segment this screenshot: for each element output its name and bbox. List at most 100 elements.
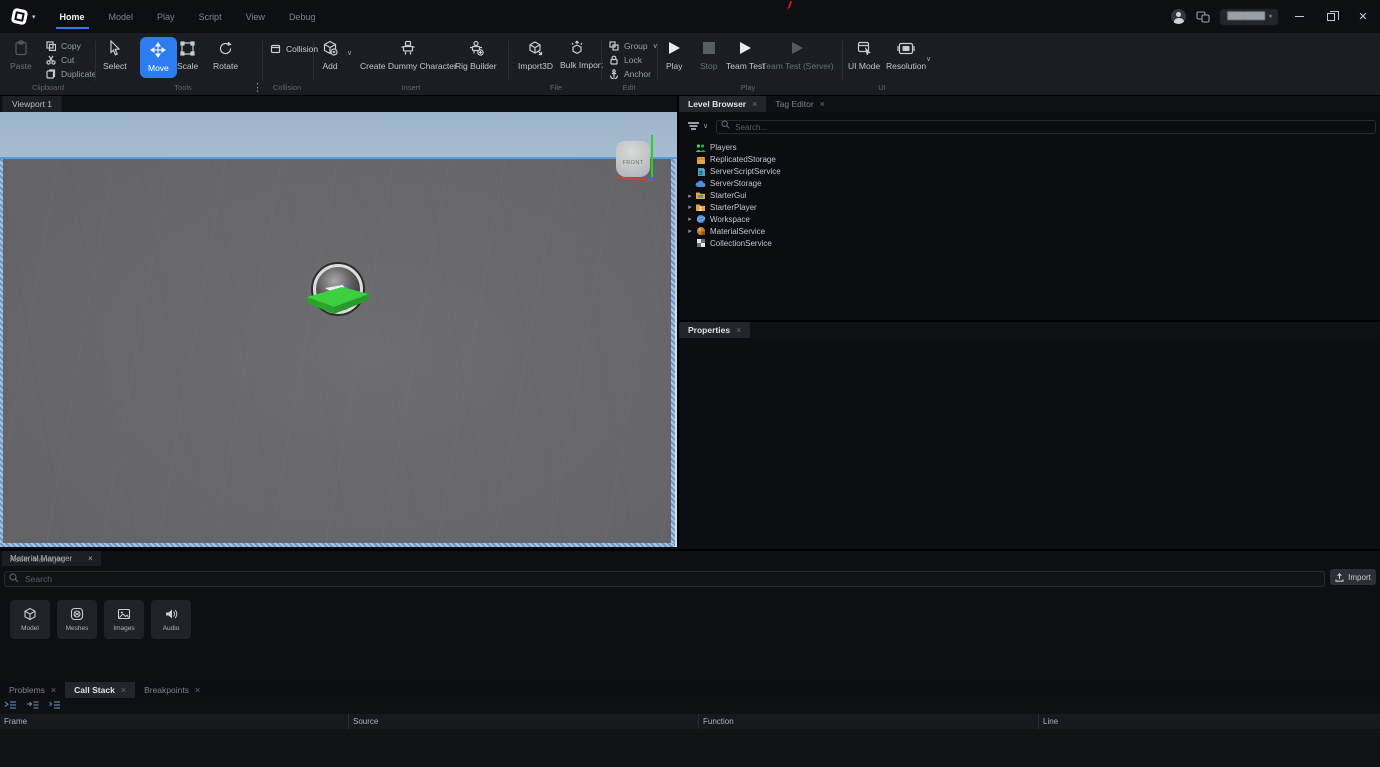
anchor-button[interactable]: Anchor [609, 69, 651, 79]
menu-view[interactable]: View [236, 3, 275, 31]
viewport-3d-canvas[interactable]: FRONT [0, 112, 677, 547]
column-frame[interactable]: Frame [0, 714, 349, 729]
properties-body [679, 338, 1380, 547]
spawn-location-object[interactable] [305, 262, 375, 324]
close-icon[interactable]: × [736, 325, 741, 335]
copy-call-stack-icon[interactable] [48, 700, 61, 711]
close-icon[interactable]: × [195, 685, 200, 695]
close-icon[interactable]: × [121, 685, 126, 695]
tree-item-server-storage[interactable]: ServerStorage [679, 178, 1380, 190]
tools-overflow-button[interactable]: ⋮ [252, 81, 263, 94]
close-icon[interactable]: × [88, 554, 93, 563]
ui-mode-button[interactable]: UI Mode [848, 39, 880, 71]
select-tool-button[interactable]: Select [103, 39, 127, 71]
duplicate-button[interactable]: Duplicate [46, 69, 96, 79]
tab-breakpoints[interactable]: Breakpoints × [135, 682, 209, 698]
tree-item-starter-player[interactable]: ▸ StarterPlayer [679, 201, 1380, 213]
minimize-button[interactable] [1288, 7, 1310, 27]
expand-caret-icon[interactable]: ▸ [685, 227, 695, 235]
import-button[interactable]: Import [1330, 569, 1376, 585]
collaboration-icon[interactable] [1196, 11, 1210, 23]
import-3d-button[interactable]: Import3D [518, 39, 553, 71]
callstack-body[interactable] [0, 729, 1380, 767]
add-icon [322, 39, 338, 57]
tree-item-workspace[interactable]: ▸ Workspace [679, 213, 1380, 225]
tree-item-server-script-service[interactable]: ServerScriptService [679, 166, 1380, 178]
resolution-button[interactable]: Resolution [886, 39, 926, 71]
tab-call-stack[interactable]: Call Stack × [65, 682, 135, 698]
menu-play[interactable]: Play [147, 3, 185, 31]
logo-caret-icon[interactable]: ▾ [32, 13, 36, 21]
bulk-import-button[interactable]: Bulk Import [560, 39, 594, 71]
audio-icon [164, 607, 178, 621]
team-test-server-button[interactable]: Team Test (Server) [762, 39, 834, 71]
expand-caret-icon[interactable]: ▸ [685, 215, 695, 223]
menu-model[interactable]: Model [99, 3, 144, 31]
expand-caret-icon[interactable]: ▸ [685, 192, 695, 200]
rig-builder-button[interactable]: Rig Builder [455, 39, 497, 71]
account-caret-icon: ▾ [1269, 13, 1271, 20]
add-dropdown-chevron-icon[interactable]: ∨ [347, 49, 352, 57]
copy-button[interactable]: Copy [46, 41, 81, 51]
tab-properties[interactable]: Properties × [679, 322, 750, 338]
jump-to-current-frame-icon[interactable] [26, 700, 39, 711]
stop-button[interactable]: Stop [700, 39, 718, 71]
category-audio[interactable]: Audio [151, 600, 191, 639]
menu-script[interactable]: Script [189, 3, 232, 31]
viewport-tab[interactable]: Viewport 1 [2, 96, 62, 112]
tree-item-players[interactable]: Players [679, 142, 1380, 154]
category-meshes[interactable]: Meshes [57, 600, 97, 639]
asset-manager-search-row: Import [4, 569, 1376, 585]
filter-button[interactable]: ∨ [687, 121, 708, 131]
tree-item-starter-gui[interactable]: ▸ StarterGui [679, 190, 1380, 202]
collection-service-icon [695, 238, 706, 249]
tab-asset-manager[interactable]: Asset Manager Material Manager × [2, 551, 101, 566]
close-icon[interactable]: × [51, 685, 56, 695]
create-dummy-character-button[interactable]: Create Dummy Character [360, 39, 457, 71]
ribbon-divider [508, 41, 509, 81]
gizmo-y-axis [651, 135, 653, 181]
expand-caret-icon[interactable]: ▸ [685, 203, 695, 211]
account-switcher[interactable]: ████ █████ ▾ [1220, 9, 1278, 25]
material-manager-tab-label: Material Manager [10, 554, 72, 563]
replicated-storage-icon [695, 154, 706, 165]
category-images[interactable]: Images [104, 600, 144, 639]
menu-debug[interactable]: Debug [279, 3, 326, 31]
app-logo[interactable]: ▾ [12, 9, 36, 24]
column-line[interactable]: Line [1039, 714, 1380, 729]
close-icon[interactable]: × [820, 99, 825, 109]
column-source[interactable]: Source [349, 714, 699, 729]
asset-search-input[interactable] [4, 571, 1325, 587]
lock-button[interactable]: Lock [609, 55, 642, 65]
tab-problems[interactable]: Problems × [0, 682, 65, 698]
explorer-search-input[interactable] [716, 120, 1376, 134]
close-icon[interactable]: × [752, 99, 757, 109]
category-model[interactable]: Model [10, 600, 50, 639]
view-orientation-gizmo[interactable]: FRONT [612, 133, 672, 191]
restore-button[interactable] [1320, 7, 1342, 27]
scale-tool-button[interactable]: Scale [177, 39, 198, 71]
tab-level-browser[interactable]: Level Browser × [679, 96, 766, 112]
team-test-button[interactable]: Team Test [726, 39, 765, 71]
cut-button[interactable]: Cut [46, 55, 74, 65]
menu-home[interactable]: Home [50, 3, 95, 31]
tree-item-collection-service[interactable]: CollectionService [679, 237, 1380, 249]
column-function[interactable]: Function [699, 714, 1039, 729]
tree-item-replicated-storage[interactable]: ReplicatedStorage [679, 154, 1380, 166]
collision-toggle[interactable]: Collision [270, 43, 318, 54]
resolution-dropdown-chevron-icon[interactable]: ∨ [926, 55, 931, 63]
rotate-tool-button[interactable]: Rotate [213, 39, 238, 71]
play-button[interactable]: Play [666, 39, 683, 71]
paste-button[interactable]: Paste [10, 39, 32, 71]
group-button[interactable]: Group ∨ [609, 41, 658, 51]
user-avatar[interactable] [1171, 9, 1186, 24]
close-button[interactable]: × [1352, 7, 1374, 27]
ribbon-divider [95, 41, 96, 81]
show-external-frames-icon[interactable] [4, 700, 17, 711]
add-button[interactable]: Add [322, 39, 338, 71]
tab-tag-editor[interactable]: Tag Editor × [766, 96, 834, 112]
ribbon-divider [657, 41, 658, 81]
tree-item-material-service[interactable]: ▸ MaterialService [679, 225, 1380, 237]
section-label-clipboard: Clipboard [32, 83, 64, 92]
move-tool-button[interactable]: Move [140, 37, 177, 78]
